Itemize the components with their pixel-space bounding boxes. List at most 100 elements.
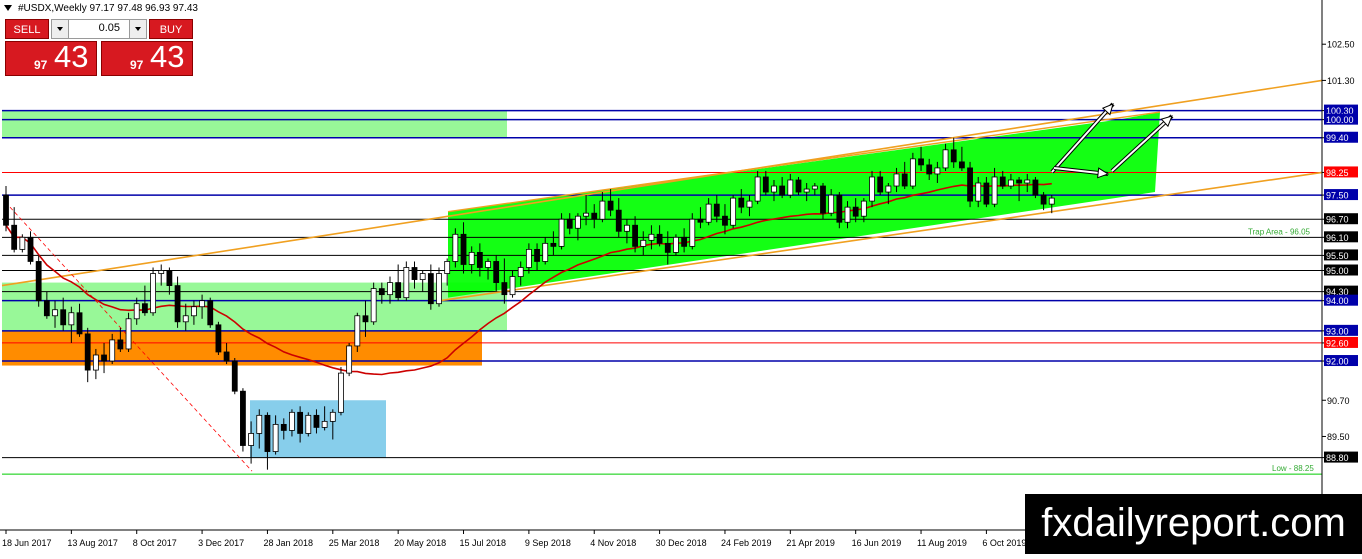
bull-candle xyxy=(811,185,818,190)
bull-candle xyxy=(68,312,75,326)
bear-candle xyxy=(264,414,271,452)
bull-candle xyxy=(444,261,451,274)
sell-price-prefix: 97 xyxy=(34,58,48,72)
bear-candle xyxy=(566,218,573,229)
bull-candle xyxy=(860,200,867,217)
bear-candle xyxy=(395,282,402,299)
bear-candle xyxy=(550,242,557,247)
bear-candle xyxy=(174,285,181,323)
bull-candle xyxy=(517,267,524,277)
buy-button[interactable]: BUY xyxy=(149,19,193,39)
bear-candle xyxy=(215,324,222,353)
price-tick-label: 94.00 xyxy=(1326,296,1349,306)
buy-price-prefix: 97 xyxy=(130,58,144,72)
bull-candle xyxy=(787,179,794,196)
low-annotation: Low - 88.25 xyxy=(1272,464,1314,473)
bear-candle xyxy=(697,218,704,223)
bear-candle xyxy=(836,194,843,223)
bull-candle xyxy=(599,200,606,220)
price-tick-label: 102.50 xyxy=(1327,40,1355,50)
bull-candle xyxy=(452,233,459,262)
price-tick-label: 93.00 xyxy=(1326,326,1349,336)
bear-candle xyxy=(901,173,908,187)
bull-candle xyxy=(828,194,835,214)
time-tick-label: 20 May 2018 xyxy=(394,538,446,548)
bull-candle xyxy=(468,252,475,265)
time-tick-label: 13 Aug 2017 xyxy=(67,538,118,548)
bear-candle xyxy=(166,270,173,286)
bull-candle xyxy=(354,315,361,347)
bull-candle xyxy=(403,267,410,299)
time-tick-label: 16 Jun 2019 xyxy=(852,538,902,548)
lot-increase-icon[interactable] xyxy=(129,20,146,38)
bull-candle xyxy=(191,306,197,317)
time-tick-label: 18 Jun 2017 xyxy=(2,538,52,548)
trap-area-annotation: Trap Area - 96.05 xyxy=(1248,227,1311,236)
bull-candle xyxy=(19,236,26,250)
one-click-trade-panel: SELL 0.05 BUY 97 43 97 43 xyxy=(5,19,193,76)
bull-candle xyxy=(754,176,761,202)
bull-candle xyxy=(436,273,442,305)
bull-candle xyxy=(673,236,679,253)
time-tick-label: 30 Dec 2018 xyxy=(656,538,707,548)
price-tick-label: 98.25 xyxy=(1326,168,1349,178)
bear-candle xyxy=(615,209,622,232)
bull-candle xyxy=(256,414,263,434)
bull-candle xyxy=(182,315,189,323)
time-tick-label: 6 Oct 2019 xyxy=(982,538,1026,548)
buy-price-button[interactable]: 97 43 xyxy=(101,39,193,76)
lot-value[interactable]: 0.05 xyxy=(99,22,120,34)
bull-candle xyxy=(321,420,328,428)
sell-price-button[interactable]: 97 43 xyxy=(5,39,97,76)
price-tick-label: 88.80 xyxy=(1326,453,1349,463)
bear-candle xyxy=(1016,179,1022,184)
bull-candle xyxy=(771,185,777,193)
bear-candle xyxy=(11,224,18,250)
bear-candle xyxy=(231,360,238,392)
bear-candle xyxy=(950,149,957,163)
bear-candle xyxy=(223,351,230,362)
bear-candle xyxy=(427,273,434,305)
bull-candle xyxy=(934,167,941,175)
bull-candle xyxy=(419,273,426,280)
time-tick-label: 15 Jul 2018 xyxy=(460,538,507,548)
lot-size-field[interactable]: 0.05 xyxy=(51,19,147,39)
bull-candle xyxy=(885,185,892,193)
bear-candle xyxy=(958,161,965,169)
bull-candle xyxy=(942,149,949,169)
bear-candle xyxy=(493,261,500,283)
bear-candle xyxy=(632,224,638,247)
bull-candle xyxy=(746,200,753,208)
bull-candle xyxy=(150,273,156,314)
bear-candle xyxy=(877,176,884,193)
bear-candle xyxy=(101,354,107,362)
lot-decrease-icon[interactable] xyxy=(52,20,69,38)
time-tick-label: 28 Jan 2018 xyxy=(263,538,313,548)
watermark-logo: fxdailyreport.com xyxy=(1025,494,1362,554)
dropdown-icon[interactable] xyxy=(4,5,12,11)
bull-candle xyxy=(844,206,851,223)
bear-candle xyxy=(722,215,728,226)
bear-candle xyxy=(27,236,34,262)
symbol-header: #USDX,Weekly 97.17 97.48 96.93 97.43 xyxy=(4,3,198,14)
bear-candle xyxy=(779,185,786,196)
price-tick-label: 92.00 xyxy=(1326,357,1349,367)
price-chart: 102.50101.30100.30100.0099.4098.2597.509… xyxy=(0,0,1358,548)
time-tick-label: 25 Mar 2018 xyxy=(329,538,380,548)
bull-candle xyxy=(272,423,279,452)
bear-candle xyxy=(762,176,769,193)
bull-candle xyxy=(485,261,491,268)
sell-price-pips: 43 xyxy=(54,39,89,74)
bull-candle xyxy=(199,300,205,308)
bull-candle xyxy=(705,203,712,223)
sell-button[interactable]: SELL xyxy=(5,19,49,39)
bear-candle xyxy=(501,282,508,296)
bear-candle xyxy=(681,236,688,247)
price-tick-label: 96.10 xyxy=(1326,233,1349,243)
consolidation-zone xyxy=(250,400,386,458)
bear-candle xyxy=(43,300,50,317)
bear-candle xyxy=(3,194,9,226)
bear-candle xyxy=(240,390,246,446)
bull-candle xyxy=(387,282,393,296)
bear-candle xyxy=(280,423,287,431)
